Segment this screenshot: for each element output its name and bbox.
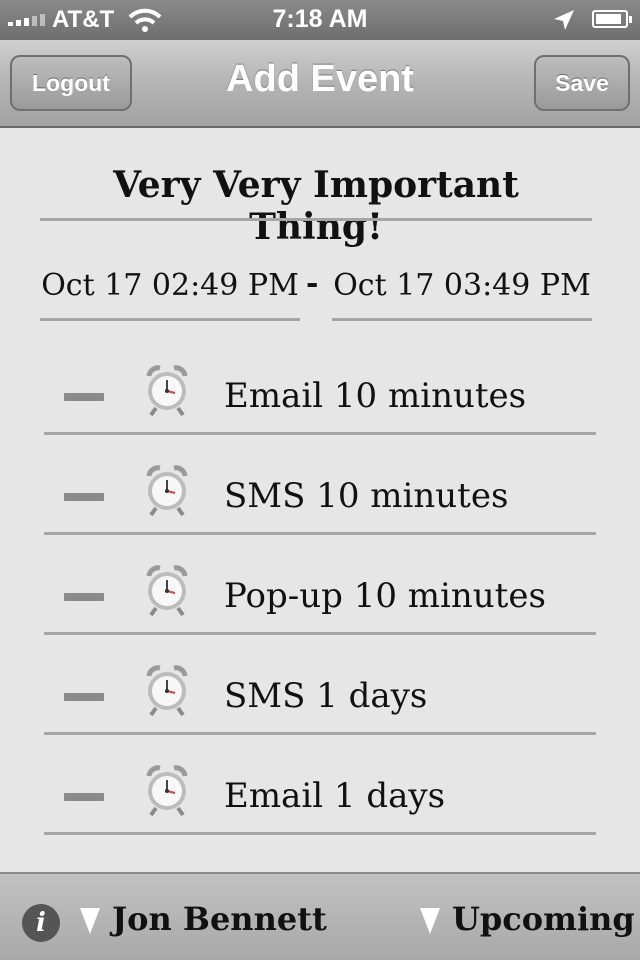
reminder-label: SMS 10 minutes <box>224 476 509 516</box>
location-arrow-icon <box>554 10 574 30</box>
divider <box>44 432 596 435</box>
minus-icon[interactable] <box>64 793 104 801</box>
logout-button[interactable]: Logout <box>10 55 132 111</box>
triangle-down-icon <box>420 908 440 934</box>
battery-icon <box>592 10 632 28</box>
reminder-label: SMS 1 days <box>224 676 428 716</box>
start-date-field[interactable]: Oct 17 02:49 PM <box>40 268 300 303</box>
reminder-label: Email 10 minutes <box>224 376 527 416</box>
minus-icon[interactable] <box>64 393 104 401</box>
divider <box>40 218 592 221</box>
end-date-field[interactable]: Oct 17 03:49 PM <box>332 268 592 303</box>
navigation-bar: Logout Add Event Save <box>0 40 640 128</box>
reminder-row[interactable]: Email 1 days <box>44 764 596 864</box>
user-selector[interactable]: Jon Bennett <box>112 900 327 938</box>
event-title-field[interactable]: Very Very Important Thing! <box>40 164 592 248</box>
divider <box>44 832 596 835</box>
divider <box>332 318 592 321</box>
reminder-row[interactable]: Pop-up 10 minutes <box>44 564 596 664</box>
battery-level <box>596 14 621 24</box>
date-separator: - <box>306 266 319 301</box>
alarm-clock-icon <box>146 465 188 517</box>
reminder-label: Pop-up 10 minutes <box>224 576 546 616</box>
minus-icon[interactable] <box>64 493 104 501</box>
save-button[interactable]: Save <box>534 55 630 111</box>
reminder-row[interactable]: Email 10 minutes <box>44 364 596 464</box>
minus-icon[interactable] <box>64 693 104 701</box>
triangle-down-icon <box>80 908 100 934</box>
alarm-clock-icon <box>146 765 188 817</box>
reminder-row[interactable]: SMS 1 days <box>44 664 596 764</box>
divider <box>44 532 596 535</box>
divider <box>44 732 596 735</box>
clock: 7:18 AM <box>272 5 368 33</box>
info-icon[interactable]: i <box>22 904 60 942</box>
status-bar: AT&T 7:18 AM <box>0 0 640 40</box>
divider <box>44 632 596 635</box>
alarm-clock-icon <box>146 365 188 417</box>
alarm-clock-icon <box>146 565 188 617</box>
alarm-clock-icon <box>146 665 188 717</box>
reminder-row[interactable]: SMS 10 minutes <box>44 464 596 564</box>
filter-selector[interactable]: Upcoming <box>452 900 635 938</box>
minus-icon[interactable] <box>64 593 104 601</box>
divider <box>40 318 300 321</box>
reminder-label: Email 1 days <box>224 776 446 816</box>
bottom-toolbar: i Jon Bennett Upcoming <box>0 872 640 960</box>
page-title: Add Event <box>226 58 414 100</box>
